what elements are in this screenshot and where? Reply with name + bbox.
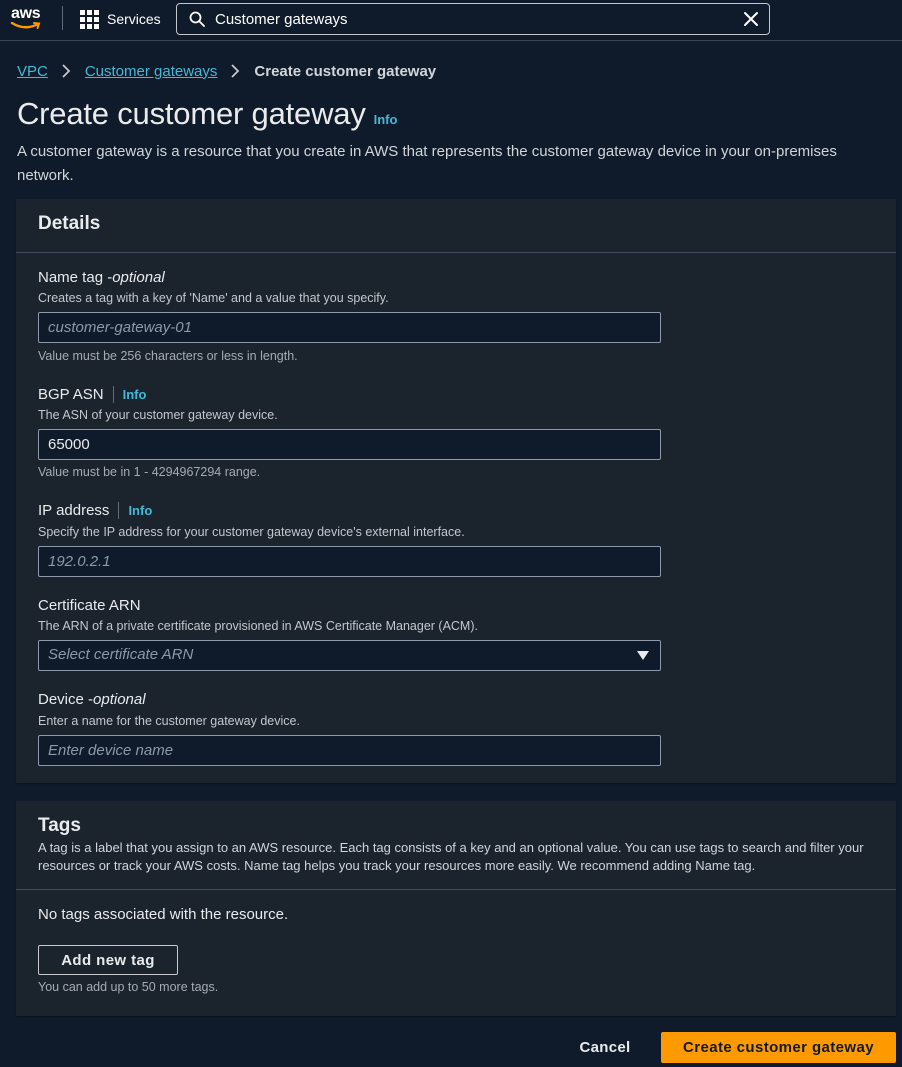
services-menu-button[interactable]: Services: [80, 8, 161, 30]
ip-address-input[interactable]: [38, 546, 661, 577]
device-optional: optional: [93, 691, 146, 708]
bgp-asn-label: BGP ASN Info: [38, 386, 146, 403]
tags-panel: Tags A tag is a label that you assign to…: [16, 801, 896, 1016]
details-panel: Details Name tag - optional Creates a ta…: [16, 199, 896, 783]
certificate-arn-select[interactable]: Select certificate ARN: [38, 640, 661, 671]
breadcrumb: VPC Customer gateways Create customer ga…: [17, 61, 436, 81]
page-title: Create customer gateway Info: [17, 96, 397, 132]
certificate-arn-description: The ARN of a private certificate provisi…: [38, 619, 478, 633]
name-tag-optional: optional: [112, 269, 165, 286]
name-tag-constraint: Value must be 256 characters or less in …: [38, 349, 298, 363]
bgp-asn-input[interactable]: [38, 429, 661, 460]
ip-address-info-link[interactable]: Info: [128, 503, 152, 518]
ip-address-description: Specify the IP address for your customer…: [38, 525, 465, 539]
details-title: Details: [38, 213, 101, 234]
create-customer-gateway-button[interactable]: Create customer gateway: [661, 1032, 896, 1063]
cancel-button[interactable]: Cancel: [568, 1034, 642, 1060]
aws-logo[interactable]: aws: [10, 5, 46, 33]
label-divider: [118, 502, 120, 519]
bgp-asn-label-text: BGP ASN: [38, 386, 104, 403]
nav-divider: [62, 6, 63, 30]
no-tags-message: No tags associated with the resource.: [38, 906, 289, 923]
services-label: Services: [107, 11, 161, 27]
name-tag-label: Name tag - optional: [38, 269, 165, 286]
services-grid-icon: [80, 9, 99, 29]
top-navigation: aws Services: [0, 0, 902, 41]
tags-divider: [16, 889, 896, 890]
page-info-link[interactable]: Info: [374, 112, 398, 127]
label-divider: [112, 386, 114, 403]
bgp-asn-description: The ASN of your customer gateway device.: [38, 408, 278, 422]
name-tag-description: Creates a tag with a key of 'Name' and a…: [38, 291, 389, 305]
search-box[interactable]: [176, 3, 770, 35]
breadcrumb-vpc[interactable]: VPC: [17, 63, 48, 80]
tags-limit-note: You can add up to 50 more tags.: [38, 980, 219, 994]
clear-search-icon[interactable]: [743, 11, 759, 27]
certificate-arn-placeholder: Select certificate ARN: [48, 646, 194, 663]
page-title-text: Create customer gateway: [17, 96, 366, 131]
add-new-tag-button[interactable]: Add new tag: [38, 945, 178, 975]
certificate-arn-label-text: Certificate ARN: [38, 597, 141, 614]
device-description: Enter a name for the customer gateway de…: [38, 714, 300, 728]
aws-smile-icon: [10, 21, 41, 29]
breadcrumb-current: Create customer gateway: [254, 62, 437, 80]
chevron-right-icon: [61, 64, 71, 78]
breadcrumb-customer-gateways[interactable]: Customer gateways: [85, 63, 218, 80]
bgp-asn-constraint: Value must be in 1 - 4294967294 range.: [38, 465, 261, 479]
certificate-arn-label: Certificate ARN: [38, 597, 141, 614]
details-panel-header: Details: [16, 199, 896, 253]
tags-description: A tag is a label that you assign to an A…: [38, 840, 864, 873]
chevron-right-icon: [230, 64, 240, 78]
search-icon: [189, 11, 205, 27]
ip-address-label: IP address Info: [38, 502, 152, 519]
page-description: A customer gateway is a resource that yo…: [17, 143, 837, 184]
caret-down-icon: [637, 651, 649, 660]
device-label: Device - optional: [38, 691, 146, 708]
device-input[interactable]: [38, 735, 661, 766]
ip-address-label-text: IP address: [38, 502, 110, 519]
name-tag-label-text: Name tag -: [38, 269, 113, 286]
name-tag-input[interactable]: [38, 312, 661, 343]
device-label-text: Device -: [38, 691, 94, 708]
search-input[interactable]: [215, 7, 735, 31]
tags-title: Tags: [38, 815, 81, 836]
bgp-asn-info-link[interactable]: Info: [123, 387, 147, 402]
